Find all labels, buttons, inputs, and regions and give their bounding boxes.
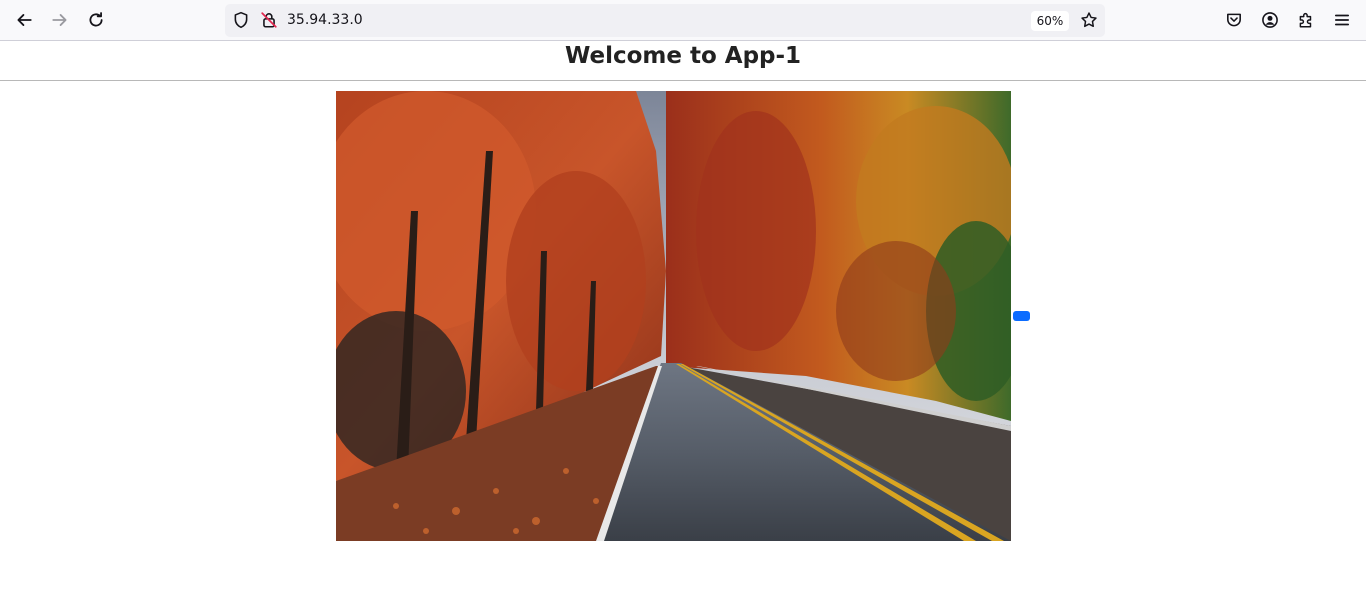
url-text[interactable]: 35.94.33.0 (287, 12, 363, 28)
hamburger-menu-icon (1334, 14, 1350, 26)
page-title: Welcome to App-1 (564, 43, 802, 69)
page-header: Welcome to App-1 (0, 42, 1366, 81)
menu-button[interactable] (1328, 6, 1356, 34)
pocket-button[interactable] (1220, 6, 1248, 34)
zoom-indicator[interactable]: 60% (1031, 11, 1069, 31)
forward-button[interactable] (46, 6, 74, 34)
tracking-shield-icon[interactable] (232, 11, 250, 29)
back-button[interactable] (10, 6, 38, 34)
photo-drawing (336, 91, 1011, 541)
reload-button[interactable] (82, 6, 110, 34)
address-bar[interactable]: 35.94.33.0 60% (225, 4, 1105, 37)
browser-toolbar: 35.94.33.0 60% (0, 0, 1366, 41)
puzzle-icon (1299, 12, 1312, 28)
account-button[interactable] (1256, 6, 1284, 34)
arrow-right-icon (52, 14, 67, 26)
pocket-icon (1227, 13, 1241, 27)
autumn-road-photo (336, 91, 1011, 541)
scroll-indicator[interactable] (1013, 311, 1030, 321)
arrow-left-icon (17, 14, 32, 26)
extensions-button[interactable] (1292, 6, 1320, 34)
insecure-lock-icon[interactable] (260, 11, 278, 29)
star-icon[interactable] (1080, 11, 1098, 29)
account-icon (1262, 12, 1278, 28)
reload-icon (89, 12, 103, 27)
